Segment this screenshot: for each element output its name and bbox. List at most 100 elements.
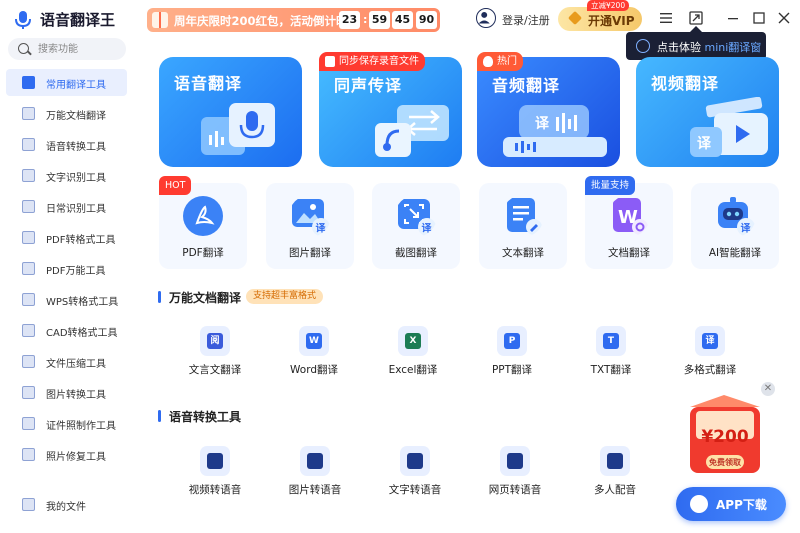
sidebar-item-icon (22, 324, 35, 337)
promo-banner[interactable]: 周年庆限时200红包，活动倒计时 23 : 59 : 45 : 90 (147, 8, 440, 32)
card-video-translate[interactable]: 视频翻译 译 (636, 57, 779, 167)
tool-label: 文字转语音 (388, 484, 442, 496)
avatar[interactable] (476, 8, 496, 28)
sidebar-item[interactable]: CAD转格式工具 (6, 317, 127, 344)
search-box[interactable] (8, 38, 126, 60)
tool-ai-translate[interactable]: 译 AI智能翻译 (691, 183, 779, 269)
tool-document-translate[interactable]: W 文档翻译 (585, 183, 673, 269)
close-icon[interactable] (776, 10, 792, 26)
doc-tool-item[interactable]: 阅文言文翻译 (175, 326, 255, 382)
tool-label: 网页转语音 (488, 484, 542, 496)
badge-text: 热门 (497, 56, 517, 67)
redpack-cta[interactable]: 免费领取 (706, 457, 744, 468)
sidebar-item[interactable]: 文字识别工具 (6, 162, 127, 189)
card-title: 视频翻译 (651, 74, 720, 93)
tool-screenshot-translate[interactable]: 译 截图翻译 (372, 183, 460, 269)
voice-tool-icon (200, 446, 230, 476)
tool-label: Word翻译 (290, 364, 338, 376)
sidebar-item[interactable]: PDF万能工具 (6, 255, 127, 282)
hot-badge: 热门 (477, 52, 523, 71)
minimize-icon[interactable] (725, 10, 741, 26)
user-icon (478, 11, 490, 24)
pdf-icon (183, 196, 223, 236)
save-icon (325, 56, 335, 67)
tool-label: 截图翻译 (395, 247, 437, 259)
tool-pdf-translate[interactable]: PDF翻译 (159, 183, 247, 269)
sidebar-item-label: 常用翻译工具 (46, 80, 106, 91)
sidebar-item-label: PDF万能工具 (46, 266, 106, 277)
sidebar-item[interactable]: 常用翻译工具 (6, 69, 127, 96)
sidebar-item-my-files[interactable]: 我的文件 (6, 491, 127, 518)
voice-tool-item[interactable]: 视频转语音 (175, 446, 255, 502)
tool-label: 图片翻译 (289, 247, 331, 259)
search-icon (18, 43, 29, 54)
close-icon[interactable]: ✕ (761, 382, 775, 396)
sidebar-item[interactable]: PDF转格式工具 (6, 224, 127, 251)
card-simultaneous-interpretation[interactable]: 同声传译 (319, 57, 462, 167)
svg-text:译: 译 (535, 116, 550, 132)
app-download-button[interactable]: APP下载 (676, 487, 786, 521)
doc-format-glyph: P (504, 333, 520, 349)
sidebar-item-icon (22, 200, 35, 213)
voice-tool-item[interactable]: 网页转语音 (475, 446, 555, 502)
doc-tool-item[interactable]: 译多格式翻译 (670, 326, 750, 382)
audio-wave-icon: 译 (503, 105, 607, 157)
login-link[interactable]: 登录/注册 (502, 12, 550, 28)
diamond-icon (567, 10, 583, 26)
svg-text:译: 译 (697, 136, 712, 152)
app-download-icon (690, 495, 708, 513)
sidebar-item[interactable]: 语音转换工具 (6, 131, 127, 158)
tool-image-translate[interactable]: 译 图片翻译 (266, 183, 354, 269)
image-icon: 译 (292, 199, 330, 236)
doc-tool-item[interactable]: X Excel翻译 (373, 326, 453, 382)
timer-ms: 90 (416, 11, 437, 29)
sidebar-item[interactable]: 万能文档翻译 (6, 100, 127, 127)
voice-tool-icon (300, 446, 330, 476)
svg-text:译: 译 (741, 222, 752, 235)
doc-tool-item[interactable]: P PPT翻译 (472, 326, 552, 382)
sidebar-item[interactable]: 图片转换工具 (6, 379, 127, 406)
sidebar-item-icon (22, 448, 35, 461)
sidebar-item-icon (22, 293, 35, 306)
doc-format-icon: 阅 (200, 326, 230, 356)
sidebar-item[interactable]: 文件压缩工具 (6, 348, 127, 375)
doc-format-glyph: W (306, 333, 322, 349)
timer-seconds: 45 (392, 11, 413, 29)
search-input[interactable] (38, 41, 123, 57)
tool-label: 文言文翻译 (188, 364, 242, 376)
tool-label: 文本翻译 (502, 247, 544, 259)
screenshot-icon: 译 (398, 199, 436, 236)
card-voice-translate[interactable]: 语音翻译 (159, 57, 302, 167)
section-accent-bar (158, 410, 161, 422)
voice-tool-item[interactable]: 多人配音 (575, 446, 655, 502)
maximize-icon[interactable] (751, 10, 767, 26)
voice-tool-item[interactable]: 文字转语音 (375, 446, 455, 502)
tool-label: TXT翻译 (590, 364, 632, 376)
sidebar-item-label: PDF转格式工具 (46, 235, 116, 246)
sidebar-item-label: 日常识别工具 (46, 204, 106, 215)
mini-window-icon[interactable] (688, 10, 704, 26)
redpack-amount: ¥200 (701, 427, 749, 447)
doc-tool-item[interactable]: W Word翻译 (274, 326, 354, 382)
sidebar-item-label: 文字识别工具 (46, 173, 106, 184)
menu-icon[interactable] (658, 10, 674, 26)
voice-tool-item[interactable]: 图片转语音 (275, 446, 355, 502)
sidebar-item-label: 语音转换工具 (46, 142, 106, 153)
section-title: 万能文档翻译 (169, 291, 242, 305)
doc-format-glyph: T (603, 333, 619, 349)
tool-text-translate[interactable]: 文本翻译 (479, 183, 567, 269)
card-title: 语音翻译 (174, 74, 243, 93)
sidebar-item[interactable]: 照片修复工具 (6, 441, 127, 468)
card-title: 同声传译 (334, 76, 403, 95)
sidebar-item[interactable]: WPS转格式工具 (6, 286, 127, 313)
sidebar-item[interactable]: 证件照制作工具 (6, 410, 127, 437)
tool-label: Excel翻译 (388, 364, 438, 376)
sidebar-item-label: 我的文件 (46, 502, 86, 513)
sidebar-item[interactable]: 日常识别工具 (6, 193, 127, 220)
vip-label: 开通VIP (588, 14, 635, 28)
card-audio-translate[interactable]: 音频翻译 译 (477, 57, 620, 167)
doc-tool-item[interactable]: T TXT翻译 (571, 326, 651, 382)
word-doc-icon: W (613, 198, 648, 235)
tool-label: 多人配音 (594, 484, 636, 496)
promo-text: 周年庆限时200红包，活动倒计时 (174, 14, 348, 28)
